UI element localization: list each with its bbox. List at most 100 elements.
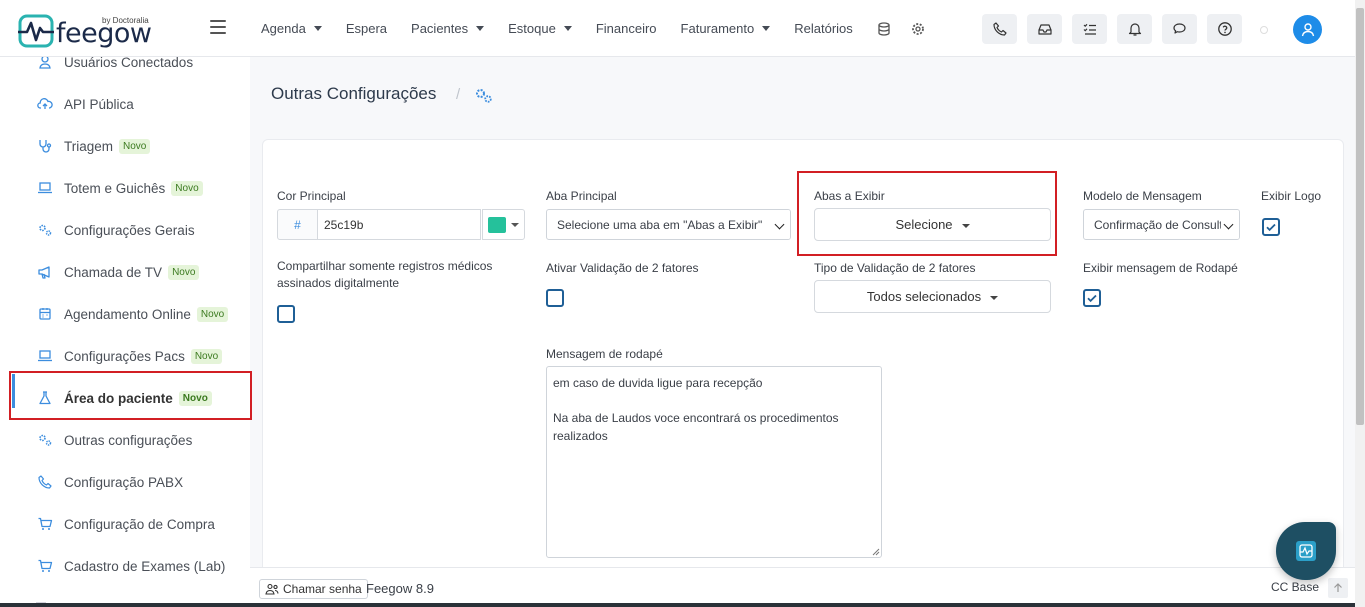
sidebar-item-label: Chamada de TV <box>64 264 163 280</box>
aba-principal-value: Selecione uma aba em "Abas a Exibir" <box>557 217 763 232</box>
main-nav: Agenda Espera Pacientes Estoque Financei… <box>261 0 945 57</box>
help-button[interactable] <box>1207 14 1242 44</box>
inbox-icon <box>1037 24 1052 35</box>
toolbar-buttons <box>982 14 1252 44</box>
megaphone-icon <box>38 266 50 279</box>
nav-estoque[interactable]: Estoque <box>508 21 572 36</box>
gears-icon <box>39 224 52 236</box>
flask-icon <box>39 391 51 405</box>
cor-principal-input[interactable] <box>318 209 481 240</box>
sidebar-item-configuracao-pabx[interactable]: Configuração PABX <box>0 466 250 498</box>
checklist-icon <box>1083 23 1096 35</box>
chat-button[interactable] <box>1162 14 1197 44</box>
phone-icon <box>38 475 52 489</box>
new-badge: Novo <box>196 306 229 322</box>
aba-principal-label: Aba Principal <box>546 189 617 203</box>
gears-icon <box>39 434 52 446</box>
page-title: Outras Configurações <box>271 84 437 103</box>
inbox-button[interactable] <box>1027 14 1062 44</box>
exibir-rodape-checkbox[interactable] <box>1083 289 1101 307</box>
exibir-logo-label: Exibir Logo <box>1261 189 1322 203</box>
validacao-2fa-label: Ativar Validação de 2 fatores <box>546 261 699 275</box>
base-label: CC Base <box>1271 580 1320 594</box>
footer-bar: Chamar senha Feegow 8.9 CC Base <box>250 567 1355 607</box>
database-icon[interactable] <box>877 21 891 36</box>
abas-exibir-multiselect[interactable]: Selecione <box>814 208 1051 241</box>
new-badge: Novo <box>190 348 223 364</box>
sidebar-item-configuracoes-gerais[interactable]: Configurações Gerais <box>0 214 250 246</box>
sidebar-item-label: Totem e Guichês <box>64 180 166 196</box>
checkmark-icon <box>1087 294 1097 303</box>
user-avatar[interactable] <box>1293 15 1322 44</box>
sidebar-item-label: Configurações Gerais <box>64 222 195 238</box>
sidebar-item-api-publica[interactable]: API Pública <box>0 88 250 120</box>
sidebar-item-totem-guiches[interactable]: Totem e Guichês Novo <box>0 172 250 204</box>
sidebar-item-label: Área do paciente <box>64 390 173 406</box>
caret-down-icon <box>313 26 322 31</box>
resize-grip-icon[interactable] <box>872 548 880 556</box>
compartilhar-checkbox[interactable] <box>277 305 295 323</box>
new-badge: Novo <box>178 390 212 406</box>
sidebar-item-agendamento-online[interactable]: Agendamento Online Novo <box>0 298 250 330</box>
nav-pacientes[interactable]: Pacientes <box>411 21 485 36</box>
settings-sidebar: Usuários Conectados API Pública Triagem … <box>0 57 250 607</box>
nav-relatorios[interactable]: Relatórios <box>794 21 853 36</box>
sidebar-item-label: Usuários Conectados <box>64 57 194 70</box>
feegow-logo[interactable]: feegow by Doctoralia <box>18 12 158 52</box>
laptop-icon <box>38 350 52 362</box>
gear-icon[interactable] <box>911 22 925 36</box>
color-picker-button[interactable] <box>482 209 525 240</box>
tipo-validacao-multiselect[interactable]: Todos selecionados <box>814 280 1051 313</box>
sidebar-item-label: Triagem <box>64 138 114 154</box>
caret-down-icon <box>961 223 970 228</box>
sidebar-item-configuracoes-pacs[interactable]: Configurações Pacs Novo <box>0 340 250 372</box>
chat-icon <box>1172 23 1186 34</box>
menu-toggle-icon[interactable] <box>210 20 226 34</box>
modelo-mensagem-label: Modelo de Mensagem <box>1083 189 1202 203</box>
mensagem-rodape-textarea[interactable]: em caso de duvida ligue para recepção Na… <box>546 366 882 558</box>
heart-monitor-logo-icon <box>18 14 54 48</box>
heart-monitor-icon <box>1296 541 1316 561</box>
caret-down-icon <box>476 26 485 31</box>
phone-icon <box>992 22 1007 36</box>
sidebar-item-cadastro-exames[interactable]: Cadastro de Exames (Lab) <box>0 550 250 582</box>
sidebar-item-triagem[interactable]: Triagem Novo <box>0 130 250 162</box>
users-icon <box>265 583 279 595</box>
sidebar-item-label: Configuração de Compra <box>64 516 215 532</box>
laptop-icon <box>38 182 52 194</box>
tipo-validacao-label: Tipo de Validação de 2 fatores <box>814 261 976 275</box>
gears-icon[interactable] <box>474 87 493 104</box>
sidebar-item-usuarios-conectados[interactable]: Usuários Conectados <box>0 57 250 78</box>
modelo-mensagem-select[interactable]: Confirmação de Consulta <box>1083 209 1240 240</box>
new-badge: Novo <box>119 138 151 154</box>
phone-button[interactable] <box>982 14 1017 44</box>
support-chat-button[interactable] <box>1276 522 1336 580</box>
aba-principal-select[interactable]: Selecione uma aba em "Abas a Exibir" <box>546 209 791 240</box>
validacao-2fa-checkbox[interactable] <box>546 289 564 307</box>
sidebar-item-chamada-tv[interactable]: Chamada de TV Novo <box>0 256 250 288</box>
tasks-button[interactable] <box>1072 14 1107 44</box>
logo-byline: by Doctoralia <box>102 16 149 25</box>
sidebar-item-area-do-paciente[interactable]: Área do paciente Novo <box>0 382 250 414</box>
abas-exibir-value: Selecione <box>895 217 953 232</box>
nav-espera[interactable]: Espera <box>346 21 387 36</box>
scroll-top-button[interactable] <box>1328 578 1348 598</box>
exibir-logo-checkbox[interactable] <box>1262 218 1280 236</box>
sidebar-item-label: Configuração PABX <box>64 474 184 490</box>
sidebar-item-configuracao-compra[interactable]: Configuração de Compra <box>0 508 250 540</box>
color-swatch <box>488 216 506 233</box>
help-icon <box>1217 22 1232 36</box>
sidebar-item-outras-configuracoes[interactable]: Outras configurações <box>0 424 250 456</box>
status-dot <box>1260 26 1268 34</box>
cart-icon <box>38 517 53 530</box>
notifications-button[interactable] <box>1117 14 1152 44</box>
sidebar-item-label: Outras configurações <box>64 432 193 448</box>
nav-agenda[interactable]: Agenda <box>261 21 322 36</box>
scrollbar-thumb[interactable] <box>1356 8 1364 425</box>
new-badge: Novo <box>171 180 203 196</box>
sidebar-item-label: Configurações Pacs <box>64 348 185 364</box>
taskbar-strip <box>0 603 1355 607</box>
chamar-senha-button[interactable]: Chamar senha <box>259 579 368 599</box>
nav-financeiro[interactable]: Financeiro <box>596 21 657 36</box>
nav-faturamento[interactable]: Faturamento <box>681 21 771 36</box>
